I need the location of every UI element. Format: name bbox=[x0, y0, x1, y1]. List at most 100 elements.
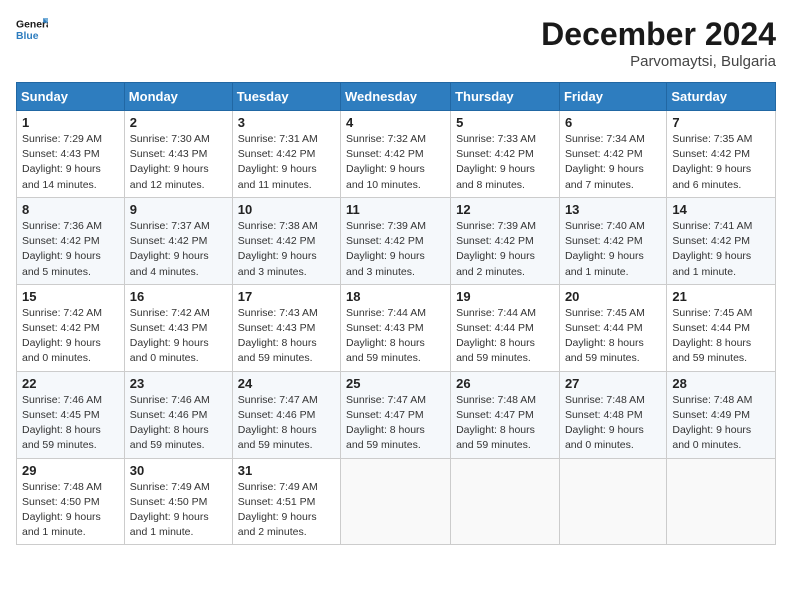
day-number: 23 bbox=[130, 376, 227, 391]
day-detail: Sunrise: 7:31 AMSunset: 4:42 PMDaylight:… bbox=[238, 132, 335, 193]
calendar-cell: 10 Sunrise: 7:38 AMSunset: 4:42 PMDayligh… bbox=[232, 197, 340, 284]
svg-text:Blue: Blue bbox=[16, 31, 39, 42]
day-number: 20 bbox=[565, 289, 661, 304]
day-number: 29 bbox=[22, 463, 119, 478]
page-header: General Blue December 2024 Parvomaytsi, … bbox=[16, 16, 776, 70]
calendar-cell: 30 Sunrise: 7:49 AMSunset: 4:50 PMDayligh… bbox=[124, 458, 232, 545]
weekday-header-sunday: Sunday bbox=[17, 83, 125, 111]
calendar-cell: 24Sunrise: 7:47 AMSunset: 4:46 PMDayligh… bbox=[232, 371, 340, 458]
day-number: 4 bbox=[346, 115, 445, 130]
day-detail: Sunrise: 7:37 AMSunset: 4:42 PMDaylight:… bbox=[130, 219, 227, 280]
week-row-4: 22 Sunrise: 7:46 AMSunset: 4:45 PMDayligh… bbox=[17, 371, 776, 458]
day-number: 11 bbox=[346, 202, 445, 217]
calendar-cell: 16Sunrise: 7:42 AMSunset: 4:43 PMDayligh… bbox=[124, 284, 232, 371]
weekday-header-row: SundayMondayTuesdayWednesdayThursdayFrid… bbox=[17, 83, 776, 111]
title-section: December 2024 Parvomaytsi, Bulgaria bbox=[541, 16, 776, 70]
day-detail: Sunrise: 7:46 AMSunset: 4:45 PMDaylight:… bbox=[22, 393, 119, 454]
calendar-cell bbox=[667, 458, 776, 545]
day-detail: Sunrise: 7:49 AMSunset: 4:50 PMDaylight:… bbox=[130, 480, 227, 541]
day-detail: Sunrise: 7:35 AMSunset: 4:42 PMDaylight:… bbox=[672, 132, 770, 193]
calendar-cell bbox=[559, 458, 666, 545]
day-number: 13 bbox=[565, 202, 661, 217]
day-number: 2 bbox=[130, 115, 227, 130]
day-detail: Sunrise: 7:40 AMSunset: 4:42 PMDaylight:… bbox=[565, 219, 661, 280]
calendar-cell: 29 Sunrise: 7:48 AMSunset: 4:50 PMDayligh… bbox=[17, 458, 125, 545]
day-number: 1 bbox=[22, 115, 119, 130]
calendar-cell: 15 Sunrise: 7:42 AMSunset: 4:42 PMDayligh… bbox=[17, 284, 125, 371]
logo-icon: General Blue bbox=[16, 16, 48, 44]
calendar-cell: 22 Sunrise: 7:46 AMSunset: 4:45 PMDayligh… bbox=[17, 371, 125, 458]
day-detail: Sunrise: 7:30 AMSunset: 4:43 PMDaylight:… bbox=[130, 132, 227, 193]
weekday-header-tuesday: Tuesday bbox=[232, 83, 340, 111]
day-number: 27 bbox=[565, 376, 661, 391]
day-number: 22 bbox=[22, 376, 119, 391]
day-number: 3 bbox=[238, 115, 335, 130]
day-detail: Sunrise: 7:44 AMSunset: 4:43 PMDaylight:… bbox=[346, 306, 445, 367]
week-row-5: 29 Sunrise: 7:48 AMSunset: 4:50 PMDayligh… bbox=[17, 458, 776, 545]
calendar-cell: 6Sunrise: 7:34 AMSunset: 4:42 PMDaylight… bbox=[559, 111, 666, 198]
day-detail: Sunrise: 7:48 AMSunset: 4:48 PMDaylight:… bbox=[565, 393, 661, 454]
day-detail: Sunrise: 7:48 AMSunset: 4:50 PMDaylight:… bbox=[22, 480, 119, 541]
calendar-cell: 25 Sunrise: 7:47 AMSunset: 4:47 PMDayligh… bbox=[341, 371, 451, 458]
day-number: 26 bbox=[456, 376, 554, 391]
day-detail: Sunrise: 7:44 AMSunset: 4:44 PMDaylight:… bbox=[456, 306, 554, 367]
day-detail: Sunrise: 7:45 AMSunset: 4:44 PMDaylight:… bbox=[565, 306, 661, 367]
calendar-cell: 8 Sunrise: 7:36 AMSunset: 4:42 PMDaylight… bbox=[17, 197, 125, 284]
day-number: 17 bbox=[238, 289, 335, 304]
calendar-cell: 21 Sunrise: 7:45 AMSunset: 4:44 PMDayligh… bbox=[667, 284, 776, 371]
calendar-cell: 20 Sunrise: 7:45 AMSunset: 4:44 PMDayligh… bbox=[559, 284, 666, 371]
day-number: 28 bbox=[672, 376, 770, 391]
day-detail: Sunrise: 7:41 AMSunset: 4:42 PMDaylight:… bbox=[672, 219, 770, 280]
day-number: 18 bbox=[346, 289, 445, 304]
location: Parvomaytsi, Bulgaria bbox=[541, 53, 776, 70]
calendar-cell: 18 Sunrise: 7:44 AMSunset: 4:43 PMDayligh… bbox=[341, 284, 451, 371]
weekday-header-saturday: Saturday bbox=[667, 83, 776, 111]
calendar-cell: 17Sunrise: 7:43 AMSunset: 4:43 PMDayligh… bbox=[232, 284, 340, 371]
day-detail: Sunrise: 7:47 AMSunset: 4:46 PMDaylight:… bbox=[238, 393, 335, 454]
day-number: 12 bbox=[456, 202, 554, 217]
week-row-2: 8 Sunrise: 7:36 AMSunset: 4:42 PMDaylight… bbox=[17, 197, 776, 284]
calendar-cell: 1Sunrise: 7:29 AMSunset: 4:43 PMDaylight… bbox=[17, 111, 125, 198]
day-number: 21 bbox=[672, 289, 770, 304]
day-number: 6 bbox=[565, 115, 661, 130]
day-detail: Sunrise: 7:47 AMSunset: 4:47 PMDaylight:… bbox=[346, 393, 445, 454]
calendar-cell: 5 Sunrise: 7:33 AMSunset: 4:42 PMDaylight… bbox=[451, 111, 560, 198]
logo: General Blue bbox=[16, 16, 48, 44]
day-number: 7 bbox=[672, 115, 770, 130]
weekday-header-friday: Friday bbox=[559, 83, 666, 111]
day-number: 15 bbox=[22, 289, 119, 304]
calendar-table: SundayMondayTuesdayWednesdayThursdayFrid… bbox=[16, 82, 776, 545]
calendar-cell: 19 Sunrise: 7:44 AMSunset: 4:44 PMDayligh… bbox=[451, 284, 560, 371]
calendar-cell: 31Sunrise: 7:49 AMSunset: 4:51 PMDayligh… bbox=[232, 458, 340, 545]
day-number: 16 bbox=[130, 289, 227, 304]
day-detail: Sunrise: 7:33 AMSunset: 4:42 PMDaylight:… bbox=[456, 132, 554, 193]
calendar-cell: 28Sunrise: 7:48 AMSunset: 4:49 PMDayligh… bbox=[667, 371, 776, 458]
calendar-cell: 2 Sunrise: 7:30 AMSunset: 4:43 PMDaylight… bbox=[124, 111, 232, 198]
calendar-cell bbox=[451, 458, 560, 545]
day-detail: Sunrise: 7:46 AMSunset: 4:46 PMDaylight:… bbox=[130, 393, 227, 454]
day-detail: Sunrise: 7:38 AMSunset: 4:42 PMDaylight:… bbox=[238, 219, 335, 280]
day-number: 31 bbox=[238, 463, 335, 478]
day-detail: Sunrise: 7:42 AMSunset: 4:42 PMDaylight:… bbox=[22, 306, 119, 367]
day-number: 9 bbox=[130, 202, 227, 217]
calendar-cell: 12 Sunrise: 7:39 AMSunset: 4:42 PMDayligh… bbox=[451, 197, 560, 284]
week-row-1: 1Sunrise: 7:29 AMSunset: 4:43 PMDaylight… bbox=[17, 111, 776, 198]
day-number: 8 bbox=[22, 202, 119, 217]
calendar-cell: 4 Sunrise: 7:32 AMSunset: 4:42 PMDaylight… bbox=[341, 111, 451, 198]
day-detail: Sunrise: 7:48 AMSunset: 4:47 PMDaylight:… bbox=[456, 393, 554, 454]
day-detail: Sunrise: 7:45 AMSunset: 4:44 PMDaylight:… bbox=[672, 306, 770, 367]
day-detail: Sunrise: 7:39 AMSunset: 4:42 PMDaylight:… bbox=[456, 219, 554, 280]
calendar-cell: 11Sunrise: 7:39 AMSunset: 4:42 PMDayligh… bbox=[341, 197, 451, 284]
calendar-cell bbox=[341, 458, 451, 545]
calendar-cell: 7 Sunrise: 7:35 AMSunset: 4:42 PMDaylight… bbox=[667, 111, 776, 198]
day-number: 19 bbox=[456, 289, 554, 304]
day-number: 5 bbox=[456, 115, 554, 130]
calendar-cell: 13 Sunrise: 7:40 AMSunset: 4:42 PMDayligh… bbox=[559, 197, 666, 284]
weekday-header-wednesday: Wednesday bbox=[341, 83, 451, 111]
day-number: 10 bbox=[238, 202, 335, 217]
day-detail: Sunrise: 7:32 AMSunset: 4:42 PMDaylight:… bbox=[346, 132, 445, 193]
weekday-header-monday: Monday bbox=[124, 83, 232, 111]
day-number: 25 bbox=[346, 376, 445, 391]
day-detail: Sunrise: 7:36 AMSunset: 4:42 PMDaylight:… bbox=[22, 219, 119, 280]
day-number: 30 bbox=[130, 463, 227, 478]
